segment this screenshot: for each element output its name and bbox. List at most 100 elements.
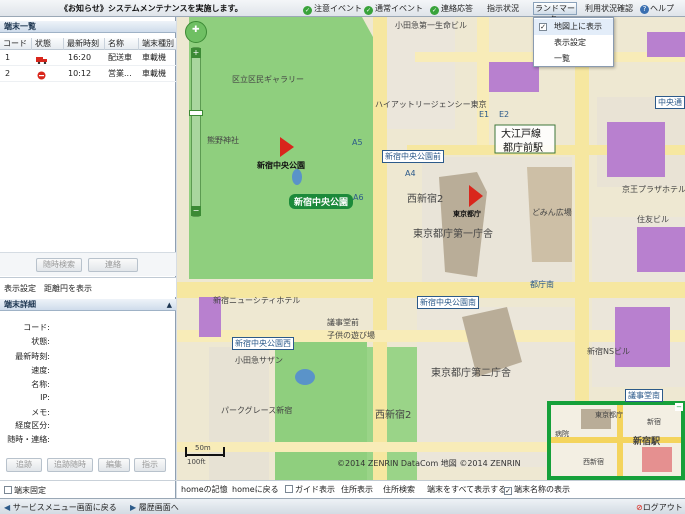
map-label-sumitomo: 住友ビル bbox=[637, 215, 669, 224]
menu-item-display-settings[interactable]: 表示設定 bbox=[534, 35, 613, 51]
map-label-park-south: 新宿中央公園南 bbox=[417, 296, 479, 309]
show-terminal-names-toggle[interactable]: ✓ 端末名称の表示 bbox=[504, 484, 570, 495]
detail-label-ip: IP: bbox=[40, 393, 50, 402]
minimap-area: 西新宿 bbox=[583, 458, 604, 466]
map-label-park-marker: 新宿中央公園 bbox=[257, 161, 305, 170]
map-label-tocho-bldg1: 東京都庁第一庁舎 bbox=[413, 229, 493, 240]
terminal-names-checkbox[interactable]: ✓ bbox=[504, 487, 512, 495]
arrow-icon: ▶ bbox=[130, 503, 139, 512]
table-row[interactable]: 1 16:20 配送車 車載機 bbox=[0, 50, 176, 66]
anytime-search-button[interactable]: 随時検索 bbox=[36, 258, 82, 272]
terminal-list-header: 端末一覧 bbox=[0, 21, 176, 33]
table-row[interactable]: 2 10:12 営業... 車載機 bbox=[0, 66, 176, 82]
detail-label-code: コード: bbox=[23, 323, 50, 332]
map-label-kodomo: 子供の遊び場 bbox=[327, 331, 375, 340]
back-arrow-icon: ◀ bbox=[4, 503, 13, 512]
address-search-link[interactable]: 住所検索 bbox=[383, 484, 415, 495]
detail-label-speed: 速度: bbox=[31, 366, 50, 375]
zoom-handle[interactable] bbox=[189, 110, 203, 116]
map-label-nishi-shinjuku2-a: 西新宿2 bbox=[407, 194, 444, 205]
home-return-link[interactable]: homeに戻る bbox=[232, 484, 279, 495]
collapse-icon[interactable]: ▲ bbox=[167, 299, 172, 311]
maintenance-notice[interactable]: 《お知らせ》システムメンテナンスを実施します。 bbox=[60, 3, 243, 14]
map-label-e2: E2 bbox=[499, 110, 510, 119]
show-on-map-checkbox[interactable]: ✓ bbox=[539, 23, 547, 31]
left-panel: 端末一覧 コード 状態 最新時刻 名称 端末種別 1 16:20 配送車 車載機… bbox=[0, 17, 176, 498]
map-label-chuo-dori: 中央通 bbox=[655, 96, 685, 109]
map-canvas[interactable]: ✚ + − 区立区民ギャラリー 熊野神社 新宿中央公園 新宿中央公園 西新宿2 … bbox=[177, 17, 685, 498]
no-entry-icon: ⊘ bbox=[636, 503, 643, 512]
detail-label-latest-time: 最新時刻: bbox=[15, 352, 50, 361]
map-copyright: ©2014 ZENRIN DataCom 地図 ©2014 ZENRIN bbox=[337, 459, 521, 468]
col-latest-time[interactable]: 最新時刻 bbox=[64, 38, 105, 50]
map-label-a5: A5 bbox=[352, 138, 363, 147]
minimap-hospital: 病院 bbox=[555, 430, 569, 438]
display-settings-bar: 表示設定 距離円を表示 bbox=[0, 277, 176, 297]
normal-event-button[interactable]: ✓ 通常イベント bbox=[364, 2, 423, 15]
col-status[interactable]: 状態 bbox=[32, 38, 64, 50]
menu-item-list[interactable]: 一覧 bbox=[534, 51, 613, 67]
col-code[interactable]: コード bbox=[0, 38, 32, 50]
display-settings-link[interactable]: 表示設定 bbox=[4, 283, 36, 294]
map-label-gikaido-tunnel: 議事堂前 bbox=[327, 318, 359, 327]
map-label-kumano: 熊野神社 bbox=[207, 136, 239, 145]
map-label-tocho-bldg2: 東京都庁第二庁舎 bbox=[431, 368, 511, 379]
minimap-collapse-icon[interactable]: − bbox=[675, 403, 683, 411]
instruction-button[interactable]: 指示 bbox=[134, 458, 166, 472]
address-show-link[interactable]: 住所表示 bbox=[341, 484, 373, 495]
detail-label-status: 状態: bbox=[31, 337, 50, 346]
home-store-link[interactable]: homeの記憶 bbox=[181, 484, 228, 495]
map-label-gallery: 区立区民ギャラリー bbox=[232, 75, 304, 84]
col-terminal-type[interactable]: 端末種別 bbox=[139, 38, 176, 50]
pan-arrows-icon: ✚ bbox=[192, 25, 200, 35]
truck-icon bbox=[36, 54, 48, 65]
map-label-high-school: 小田急サザン bbox=[235, 356, 283, 365]
check-icon: ✓ bbox=[364, 6, 373, 15]
map-label-park-front: 新宿中央公園前 bbox=[382, 150, 444, 163]
map-label-tocho-marker: 東京都庁 bbox=[453, 210, 481, 218]
map-bottom-toolbar: homeの記憶 homeに戻る ガイド表示 住所表示 住所検索 端末をすべて表示… bbox=[177, 480, 685, 498]
detail-label-longitude: 経度区分: bbox=[15, 421, 50, 430]
logout-button[interactable]: ⊘ログアウト bbox=[636, 502, 683, 513]
zoom-out-icon[interactable]: − bbox=[191, 206, 201, 216]
fix-terminal-checkbox[interactable] bbox=[4, 486, 12, 494]
minimap-shinjuku: 新宿 bbox=[647, 418, 661, 426]
col-name[interactable]: 名称 bbox=[105, 38, 139, 50]
fix-terminal-row[interactable]: 端末固定 bbox=[0, 480, 176, 498]
edit-button[interactable]: 編集 bbox=[98, 458, 130, 472]
status-bar: ◀ サービスメニュー画面に戻る ▶ 履歴画面へ ⊘ログアウト bbox=[0, 498, 685, 514]
instruction-status-button[interactable]: 指示状況 bbox=[487, 2, 519, 15]
usage-check-button[interactable]: 利用状況確認 bbox=[585, 2, 633, 15]
map-label-a4: A4 bbox=[405, 169, 416, 178]
caution-event-button[interactable]: ✓ 注意イベント bbox=[303, 2, 362, 15]
map-label-ns-building: 新宿NSビル bbox=[587, 347, 631, 356]
contact-response-button[interactable]: ✓ 連絡応答 bbox=[430, 2, 473, 15]
help-icon: ? bbox=[640, 5, 649, 14]
pan-control[interactable]: ✚ bbox=[185, 21, 207, 43]
guide-show-toggle[interactable]: ガイド表示 bbox=[285, 484, 335, 495]
map-label-e1: E1 bbox=[479, 110, 490, 119]
map-label-keio-plaza: 京王プラザホテル bbox=[622, 185, 685, 194]
back-service-menu-link[interactable]: ◀ サービスメニュー画面に戻る bbox=[4, 502, 117, 513]
detail-label-name: 名称: bbox=[31, 380, 50, 389]
minimap-shinjuku-station: 新宿駅 bbox=[633, 437, 661, 447]
map-label-odakyu: 小田急第一生命ビル bbox=[395, 21, 467, 30]
show-all-terminals-link[interactable]: 端末をすべて表示する bbox=[427, 484, 506, 495]
zoom-slider[interactable]: + − bbox=[189, 47, 203, 217]
detail-label-contact: 随時・連絡: bbox=[7, 435, 50, 444]
terminal-detail-header: 端末詳細 ▲ bbox=[0, 299, 176, 311]
distance-circle-link[interactable]: 距離円を表示 bbox=[44, 283, 92, 294]
landmark-dropdown-button[interactable]: ランドマーク▾ bbox=[533, 2, 577, 24]
zoom-in-icon[interactable]: + bbox=[191, 48, 201, 58]
map-label-park: 新宿中央公園 bbox=[289, 194, 354, 209]
history-link[interactable]: ▶ 履歴画面へ bbox=[130, 502, 179, 513]
overview-minimap[interactable]: 東京都庁 新宿駅 病院 新宿 西新宿 − bbox=[547, 401, 685, 480]
map-label-a6: A6 bbox=[353, 193, 364, 202]
help-button[interactable]: ? ヘルプ bbox=[640, 2, 674, 15]
trail-button[interactable]: 追跡 bbox=[6, 458, 42, 472]
menu-item-show-on-map[interactable]: ✓ 地図上に表示 bbox=[534, 19, 613, 35]
track-anytime-button[interactable]: 追跡随時 bbox=[47, 458, 93, 472]
guide-checkbox[interactable] bbox=[285, 485, 293, 493]
contact-button[interactable]: 連絡 bbox=[88, 258, 138, 272]
map-label-tocho-minami: 都庁南 bbox=[530, 280, 554, 289]
